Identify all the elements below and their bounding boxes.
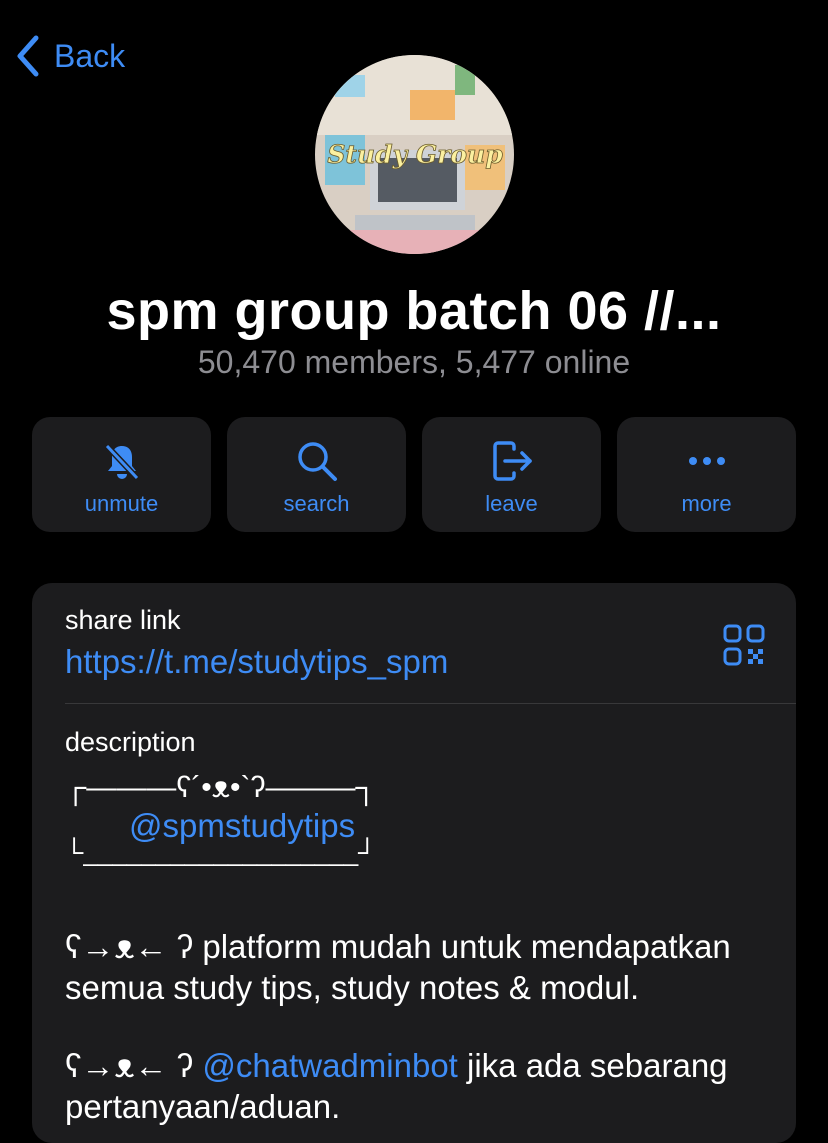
member-count: 50,470 members, 5,477 online bbox=[197, 344, 631, 380]
action-bar: unmute search leave more bbox=[32, 417, 796, 532]
back-button[interactable]: Back bbox=[14, 34, 125, 78]
unmute-label: unmute bbox=[84, 491, 159, 516]
share-link-label: share link bbox=[65, 605, 181, 635]
info-card: share link https://t.me/studytips_spm de… bbox=[32, 583, 796, 1143]
leave-button[interactable]: leave bbox=[422, 417, 601, 532]
avatar-image: Study Group bbox=[315, 55, 514, 254]
more-label: more bbox=[681, 491, 732, 516]
leave-icon bbox=[492, 441, 532, 481]
qr-code-icon[interactable] bbox=[722, 623, 766, 667]
description-frame-top: ┌———ʕ´•ᴥ•`ʔ———┐ bbox=[65, 771, 377, 804]
search-button[interactable]: search bbox=[227, 417, 406, 532]
divider bbox=[65, 703, 796, 704]
description-paragraph-2: ʕ→ᴥ← ʔ @chatwadminbot jika ada sebarang … bbox=[65, 1045, 756, 1127]
description-label: description bbox=[65, 727, 196, 757]
leave-label: leave bbox=[485, 491, 538, 516]
back-label: Back bbox=[54, 37, 126, 74]
unmute-button[interactable]: unmute bbox=[32, 417, 211, 532]
avatar-logo-text: Study Group bbox=[327, 140, 503, 169]
description-paragraph-1: ʕ→ᴥ← ʔ platform mudah untuk mendapatkan … bbox=[65, 928, 731, 1006]
search-icon bbox=[297, 442, 337, 481]
chevron-left-icon bbox=[17, 35, 39, 77]
para2-prefix: ʕ→ᴥ← ʔ bbox=[65, 1047, 203, 1084]
description-frame-bottom: └___________________┘ bbox=[65, 837, 377, 867]
group-avatar[interactable]: Study Group bbox=[315, 55, 514, 254]
more-icon bbox=[688, 457, 725, 465]
more-button[interactable]: more bbox=[617, 417, 796, 532]
share-link[interactable]: https://t.me/studytips_spm bbox=[65, 643, 448, 681]
bell-slash-icon bbox=[104, 443, 139, 481]
group-title: spm group batch 06 //... bbox=[106, 281, 722, 341]
chat-admin-bot-link[interactable]: @chatwadminbot bbox=[202, 1047, 457, 1084]
search-label: search bbox=[283, 491, 350, 516]
